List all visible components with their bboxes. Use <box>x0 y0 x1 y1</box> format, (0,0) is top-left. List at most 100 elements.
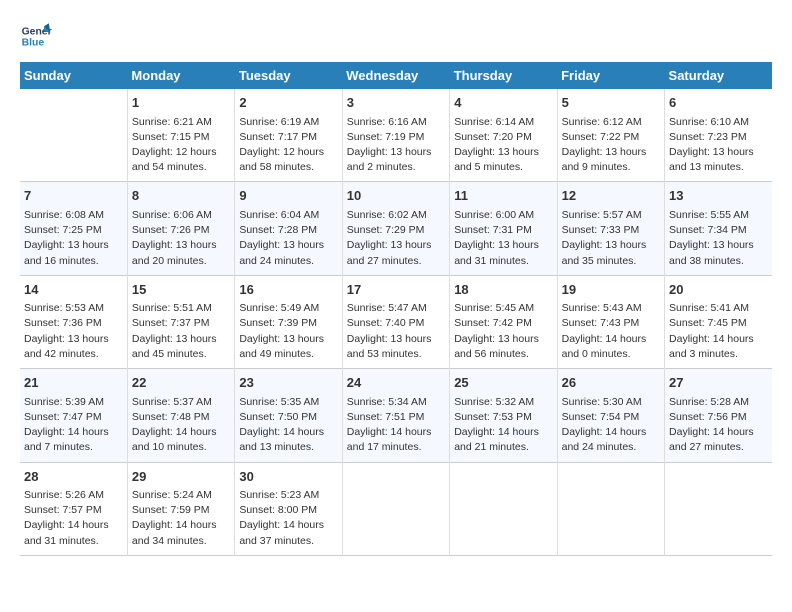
cell-content: Sunrise: 6:04 AM Sunset: 7:28 PM Dayligh… <box>239 208 337 269</box>
cell-content: Sunrise: 6:14 AM Sunset: 7:20 PM Dayligh… <box>454 115 552 176</box>
day-number: 14 <box>24 280 123 300</box>
calendar-cell: 11Sunrise: 6:00 AM Sunset: 7:31 PM Dayli… <box>450 182 557 275</box>
calendar-week-row: 14Sunrise: 5:53 AM Sunset: 7:36 PM Dayli… <box>20 275 772 368</box>
cell-content: Sunrise: 5:47 AM Sunset: 7:40 PM Dayligh… <box>347 301 445 362</box>
day-number: 26 <box>562 373 660 393</box>
cell-content: Sunrise: 5:53 AM Sunset: 7:36 PM Dayligh… <box>24 301 123 362</box>
day-number: 3 <box>347 93 445 113</box>
cell-content: Sunrise: 5:37 AM Sunset: 7:48 PM Dayligh… <box>132 395 230 456</box>
logo: General Blue <box>20 20 52 52</box>
day-number: 22 <box>132 373 230 393</box>
calendar-cell: 8Sunrise: 6:06 AM Sunset: 7:26 PM Daylig… <box>127 182 234 275</box>
cell-content: Sunrise: 5:39 AM Sunset: 7:47 PM Dayligh… <box>24 395 123 456</box>
day-number: 21 <box>24 373 123 393</box>
day-number: 18 <box>454 280 552 300</box>
day-number: 7 <box>24 186 123 206</box>
cell-content: Sunrise: 5:57 AM Sunset: 7:33 PM Dayligh… <box>562 208 660 269</box>
calendar-cell: 4Sunrise: 6:14 AM Sunset: 7:20 PM Daylig… <box>450 89 557 182</box>
cell-content: Sunrise: 5:51 AM Sunset: 7:37 PM Dayligh… <box>132 301 230 362</box>
calendar-cell: 20Sunrise: 5:41 AM Sunset: 7:45 PM Dayli… <box>665 275 772 368</box>
calendar-cell: 21Sunrise: 5:39 AM Sunset: 7:47 PM Dayli… <box>20 369 127 462</box>
weekday-header: Thursday <box>450 62 557 89</box>
calendar-cell: 14Sunrise: 5:53 AM Sunset: 7:36 PM Dayli… <box>20 275 127 368</box>
day-number: 30 <box>239 467 337 487</box>
calendar-cell: 30Sunrise: 5:23 AM Sunset: 8:00 PM Dayli… <box>235 462 342 555</box>
calendar-cell: 13Sunrise: 5:55 AM Sunset: 7:34 PM Dayli… <box>665 182 772 275</box>
cell-content: Sunrise: 5:49 AM Sunset: 7:39 PM Dayligh… <box>239 301 337 362</box>
calendar-cell: 23Sunrise: 5:35 AM Sunset: 7:50 PM Dayli… <box>235 369 342 462</box>
calendar-table: SundayMondayTuesdayWednesdayThursdayFrid… <box>20 62 772 556</box>
calendar-cell: 19Sunrise: 5:43 AM Sunset: 7:43 PM Dayli… <box>557 275 664 368</box>
cell-content: Sunrise: 5:26 AM Sunset: 7:57 PM Dayligh… <box>24 488 123 549</box>
day-number: 25 <box>454 373 552 393</box>
calendar-week-row: 21Sunrise: 5:39 AM Sunset: 7:47 PM Dayli… <box>20 369 772 462</box>
cell-content: Sunrise: 5:23 AM Sunset: 8:00 PM Dayligh… <box>239 488 337 549</box>
calendar-cell: 3Sunrise: 6:16 AM Sunset: 7:19 PM Daylig… <box>342 89 449 182</box>
cell-content: Sunrise: 6:12 AM Sunset: 7:22 PM Dayligh… <box>562 115 660 176</box>
calendar-header: SundayMondayTuesdayWednesdayThursdayFrid… <box>20 62 772 89</box>
calendar-cell <box>342 462 449 555</box>
cell-content: Sunrise: 5:32 AM Sunset: 7:53 PM Dayligh… <box>454 395 552 456</box>
calendar-week-row: 28Sunrise: 5:26 AM Sunset: 7:57 PM Dayli… <box>20 462 772 555</box>
day-number: 6 <box>669 93 768 113</box>
cell-content: Sunrise: 5:30 AM Sunset: 7:54 PM Dayligh… <box>562 395 660 456</box>
cell-content: Sunrise: 5:35 AM Sunset: 7:50 PM Dayligh… <box>239 395 337 456</box>
weekday-header: Tuesday <box>235 62 342 89</box>
cell-content: Sunrise: 6:16 AM Sunset: 7:19 PM Dayligh… <box>347 115 445 176</box>
cell-content: Sunrise: 5:41 AM Sunset: 7:45 PM Dayligh… <box>669 301 768 362</box>
calendar-cell <box>20 89 127 182</box>
day-number: 13 <box>669 186 768 206</box>
calendar-week-row: 7Sunrise: 6:08 AM Sunset: 7:25 PM Daylig… <box>20 182 772 275</box>
day-number: 27 <box>669 373 768 393</box>
calendar-week-row: 1Sunrise: 6:21 AM Sunset: 7:15 PM Daylig… <box>20 89 772 182</box>
calendar-cell: 17Sunrise: 5:47 AM Sunset: 7:40 PM Dayli… <box>342 275 449 368</box>
day-number: 29 <box>132 467 230 487</box>
weekday-header: Wednesday <box>342 62 449 89</box>
cell-content: Sunrise: 5:24 AM Sunset: 7:59 PM Dayligh… <box>132 488 230 549</box>
calendar-cell: 7Sunrise: 6:08 AM Sunset: 7:25 PM Daylig… <box>20 182 127 275</box>
calendar-cell: 29Sunrise: 5:24 AM Sunset: 7:59 PM Dayli… <box>127 462 234 555</box>
cell-content: Sunrise: 6:08 AM Sunset: 7:25 PM Dayligh… <box>24 208 123 269</box>
cell-content: Sunrise: 5:45 AM Sunset: 7:42 PM Dayligh… <box>454 301 552 362</box>
calendar-cell <box>557 462 664 555</box>
calendar-cell: 16Sunrise: 5:49 AM Sunset: 7:39 PM Dayli… <box>235 275 342 368</box>
calendar-cell: 5Sunrise: 6:12 AM Sunset: 7:22 PM Daylig… <box>557 89 664 182</box>
calendar-cell: 1Sunrise: 6:21 AM Sunset: 7:15 PM Daylig… <box>127 89 234 182</box>
cell-content: Sunrise: 5:28 AM Sunset: 7:56 PM Dayligh… <box>669 395 768 456</box>
calendar-cell: 26Sunrise: 5:30 AM Sunset: 7:54 PM Dayli… <box>557 369 664 462</box>
cell-content: Sunrise: 6:21 AM Sunset: 7:15 PM Dayligh… <box>132 115 230 176</box>
day-number: 17 <box>347 280 445 300</box>
calendar-body: 1Sunrise: 6:21 AM Sunset: 7:15 PM Daylig… <box>20 89 772 555</box>
calendar-cell: 12Sunrise: 5:57 AM Sunset: 7:33 PM Dayli… <box>557 182 664 275</box>
day-number: 8 <box>132 186 230 206</box>
day-number: 20 <box>669 280 768 300</box>
calendar-cell <box>450 462 557 555</box>
cell-content: Sunrise: 5:43 AM Sunset: 7:43 PM Dayligh… <box>562 301 660 362</box>
day-number: 4 <box>454 93 552 113</box>
calendar-cell: 28Sunrise: 5:26 AM Sunset: 7:57 PM Dayli… <box>20 462 127 555</box>
day-number: 2 <box>239 93 337 113</box>
day-number: 19 <box>562 280 660 300</box>
cell-content: Sunrise: 6:00 AM Sunset: 7:31 PM Dayligh… <box>454 208 552 269</box>
cell-content: Sunrise: 6:02 AM Sunset: 7:29 PM Dayligh… <box>347 208 445 269</box>
day-number: 16 <box>239 280 337 300</box>
day-number: 5 <box>562 93 660 113</box>
cell-content: Sunrise: 6:10 AM Sunset: 7:23 PM Dayligh… <box>669 115 768 176</box>
day-number: 9 <box>239 186 337 206</box>
day-number: 1 <box>132 93 230 113</box>
page-header: General Blue <box>20 20 772 52</box>
weekday-header: Saturday <box>665 62 772 89</box>
day-number: 28 <box>24 467 123 487</box>
day-number: 15 <box>132 280 230 300</box>
calendar-cell: 9Sunrise: 6:04 AM Sunset: 7:28 PM Daylig… <box>235 182 342 275</box>
day-number: 12 <box>562 186 660 206</box>
cell-content: Sunrise: 5:34 AM Sunset: 7:51 PM Dayligh… <box>347 395 445 456</box>
calendar-cell: 15Sunrise: 5:51 AM Sunset: 7:37 PM Dayli… <box>127 275 234 368</box>
weekday-header: Friday <box>557 62 664 89</box>
cell-content: Sunrise: 5:55 AM Sunset: 7:34 PM Dayligh… <box>669 208 768 269</box>
day-number: 10 <box>347 186 445 206</box>
calendar-cell: 24Sunrise: 5:34 AM Sunset: 7:51 PM Dayli… <box>342 369 449 462</box>
day-number: 23 <box>239 373 337 393</box>
cell-content: Sunrise: 6:19 AM Sunset: 7:17 PM Dayligh… <box>239 115 337 176</box>
svg-text:Blue: Blue <box>22 38 45 49</box>
